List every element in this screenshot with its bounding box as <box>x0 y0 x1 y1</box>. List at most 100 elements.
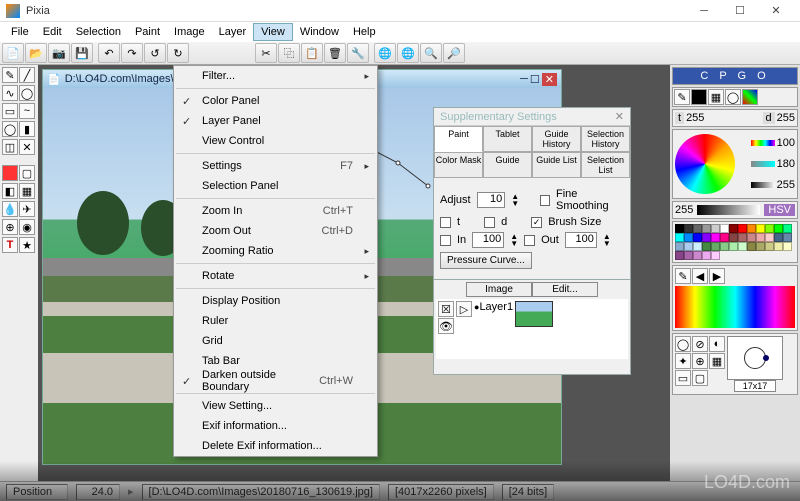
out-checkbox[interactable] <box>524 235 535 246</box>
brush-tool-icon[interactable]: ✎ <box>2 67 18 83</box>
picker-icon[interactable]: ✎ <box>675 268 691 284</box>
swatch[interactable] <box>765 233 774 242</box>
menu-window[interactable]: Window <box>293 24 346 40</box>
swatch[interactable] <box>684 242 693 251</box>
view-menu-item-15[interactable]: Display Position <box>174 291 377 311</box>
texture-icon[interactable]: ▦ <box>19 183 35 199</box>
view-menu-item-23[interactable]: Delete Exif information... <box>174 436 377 456</box>
spline-tool-icon[interactable]: ~ <box>19 103 35 119</box>
view-menu-item-19[interactable]: Darken outside BoundaryCtrl+W <box>174 371 377 391</box>
tool-button[interactable]: 🔧 <box>347 43 369 63</box>
fx-icon[interactable]: ★ <box>19 237 35 253</box>
text-tool-icon[interactable]: T <box>2 237 18 253</box>
globe2-button[interactable]: 🌐 <box>397 43 419 63</box>
doc-close-icon[interactable]: ✕ <box>542 73 557 86</box>
color-gradient[interactable] <box>675 286 795 328</box>
fill-tool-icon[interactable]: ▮ <box>19 121 35 137</box>
airbrush-icon[interactable]: ✈ <box>19 201 35 217</box>
close-button[interactable]: ✕ <box>758 1 794 21</box>
globe1-button[interactable]: 🌐 <box>374 43 396 63</box>
swatch[interactable] <box>693 224 702 233</box>
swatch[interactable] <box>711 242 720 251</box>
curve-tool-icon[interactable]: ∿ <box>2 85 18 101</box>
view-menu-item-17[interactable]: Grid <box>174 331 377 351</box>
swatch[interactable] <box>738 242 747 251</box>
layer-visible-icon[interactable]: 👁 <box>438 318 454 334</box>
new-button[interactable]: 📄 <box>2 43 24 63</box>
swatch[interactable] <box>702 224 711 233</box>
next-color-icon[interactable]: ▶ <box>709 268 725 284</box>
swatch[interactable] <box>684 251 693 260</box>
t-checkbox[interactable] <box>440 217 451 228</box>
brush-opt1-icon[interactable]: ◯ <box>675 336 691 352</box>
swatch[interactable] <box>747 224 756 233</box>
swatch[interactable] <box>675 224 684 233</box>
brush-opt3-icon[interactable]: ◐ <box>709 336 725 352</box>
swatch[interactable] <box>684 233 693 242</box>
doc-maximize-icon[interactable]: ☐ <box>530 73 540 86</box>
brush-preview[interactable] <box>727 336 783 380</box>
smudge-icon[interactable]: 💧 <box>2 201 18 217</box>
out-stepper[interactable]: ▲▼ <box>603 233 611 247</box>
view-menu-item-7[interactable]: Selection Panel <box>174 176 377 196</box>
layer-hide-icon[interactable]: ☒ <box>438 301 454 317</box>
view-menu-item-0[interactable]: Filter... <box>174 66 377 86</box>
color-swatches[interactable] <box>675 224 795 260</box>
swatch[interactable] <box>702 251 711 260</box>
swatch[interactable] <box>756 233 765 242</box>
cpgo-tabs[interactable]: C P G O <box>672 67 798 85</box>
swatch[interactable] <box>729 242 738 251</box>
swatch[interactable] <box>684 224 693 233</box>
swatch[interactable] <box>756 242 765 251</box>
view-menu-item-11[interactable]: Zooming Ratio <box>174 241 377 261</box>
brush-opt4-icon[interactable]: ✦ <box>675 353 691 369</box>
prev-color-icon[interactable]: ◀ <box>692 268 708 284</box>
brush-opt8-icon[interactable]: ▢ <box>692 370 708 386</box>
swatch[interactable] <box>747 242 756 251</box>
menu-selection[interactable]: Selection <box>69 24 128 40</box>
view-menu-item-6[interactable]: SettingsF7 <box>174 156 377 176</box>
maximize-button[interactable]: ☐ <box>722 1 758 21</box>
view-menu-item-2[interactable]: Color Panel <box>174 91 377 111</box>
deselect-tool-icon[interactable]: ✕ <box>19 139 35 155</box>
gradient-icon[interactable]: ◧ <box>2 183 18 199</box>
mode-rainbow-icon[interactable] <box>742 89 758 105</box>
mode-circle-icon[interactable]: ◯ <box>725 89 741 105</box>
brush-opt5-icon[interactable]: ⊕ <box>692 353 708 369</box>
view-menu-item-3[interactable]: Layer Panel <box>174 111 377 131</box>
mode-transparent-icon[interactable]: ▦ <box>708 89 724 105</box>
undo-button[interactable]: ↶ <box>98 43 120 63</box>
tab-selection-history[interactable]: Selection History <box>581 126 630 152</box>
swatch[interactable] <box>756 224 765 233</box>
d-checkbox[interactable] <box>484 217 495 228</box>
swatch[interactable] <box>711 251 720 260</box>
tab-guide-history[interactable]: Guide History <box>532 126 581 152</box>
in-checkbox[interactable] <box>440 235 451 246</box>
swatch[interactable] <box>774 242 783 251</box>
menu-edit[interactable]: Edit <box>36 24 69 40</box>
clone-icon[interactable]: ⊕ <box>2 219 18 235</box>
view-menu-item-9[interactable]: Zoom InCtrl+T <box>174 201 377 221</box>
menu-paint[interactable]: Paint <box>128 24 167 40</box>
layer-tab-edit[interactable]: Edit... <box>532 282 598 297</box>
fine-smoothing-checkbox[interactable] <box>540 195 550 206</box>
swatch[interactable] <box>774 233 783 242</box>
swatch[interactable] <box>783 242 792 251</box>
minimize-button[interactable]: ─ <box>686 1 722 21</box>
brush-size-checkbox[interactable]: ✓ <box>531 217 542 228</box>
swatch[interactable] <box>783 233 792 242</box>
menu-layer[interactable]: Layer <box>212 24 254 40</box>
swatch[interactable] <box>765 224 774 233</box>
rect-tool-icon[interactable]: ▭ <box>2 103 18 119</box>
tab-guide-list[interactable]: Guide List <box>532 152 581 178</box>
swatch[interactable] <box>729 224 738 233</box>
swatch[interactable] <box>693 233 702 242</box>
in-input[interactable]: 100 <box>472 232 504 248</box>
line-tool-icon[interactable]: ╱ <box>19 67 35 83</box>
swatch[interactable] <box>774 224 783 233</box>
swatch[interactable] <box>675 251 684 260</box>
menu-help[interactable]: Help <box>346 24 383 40</box>
paste-button[interactable]: 📋 <box>301 43 323 63</box>
outline-icon[interactable]: ▢ <box>19 165 35 181</box>
swatch[interactable] <box>747 233 756 242</box>
